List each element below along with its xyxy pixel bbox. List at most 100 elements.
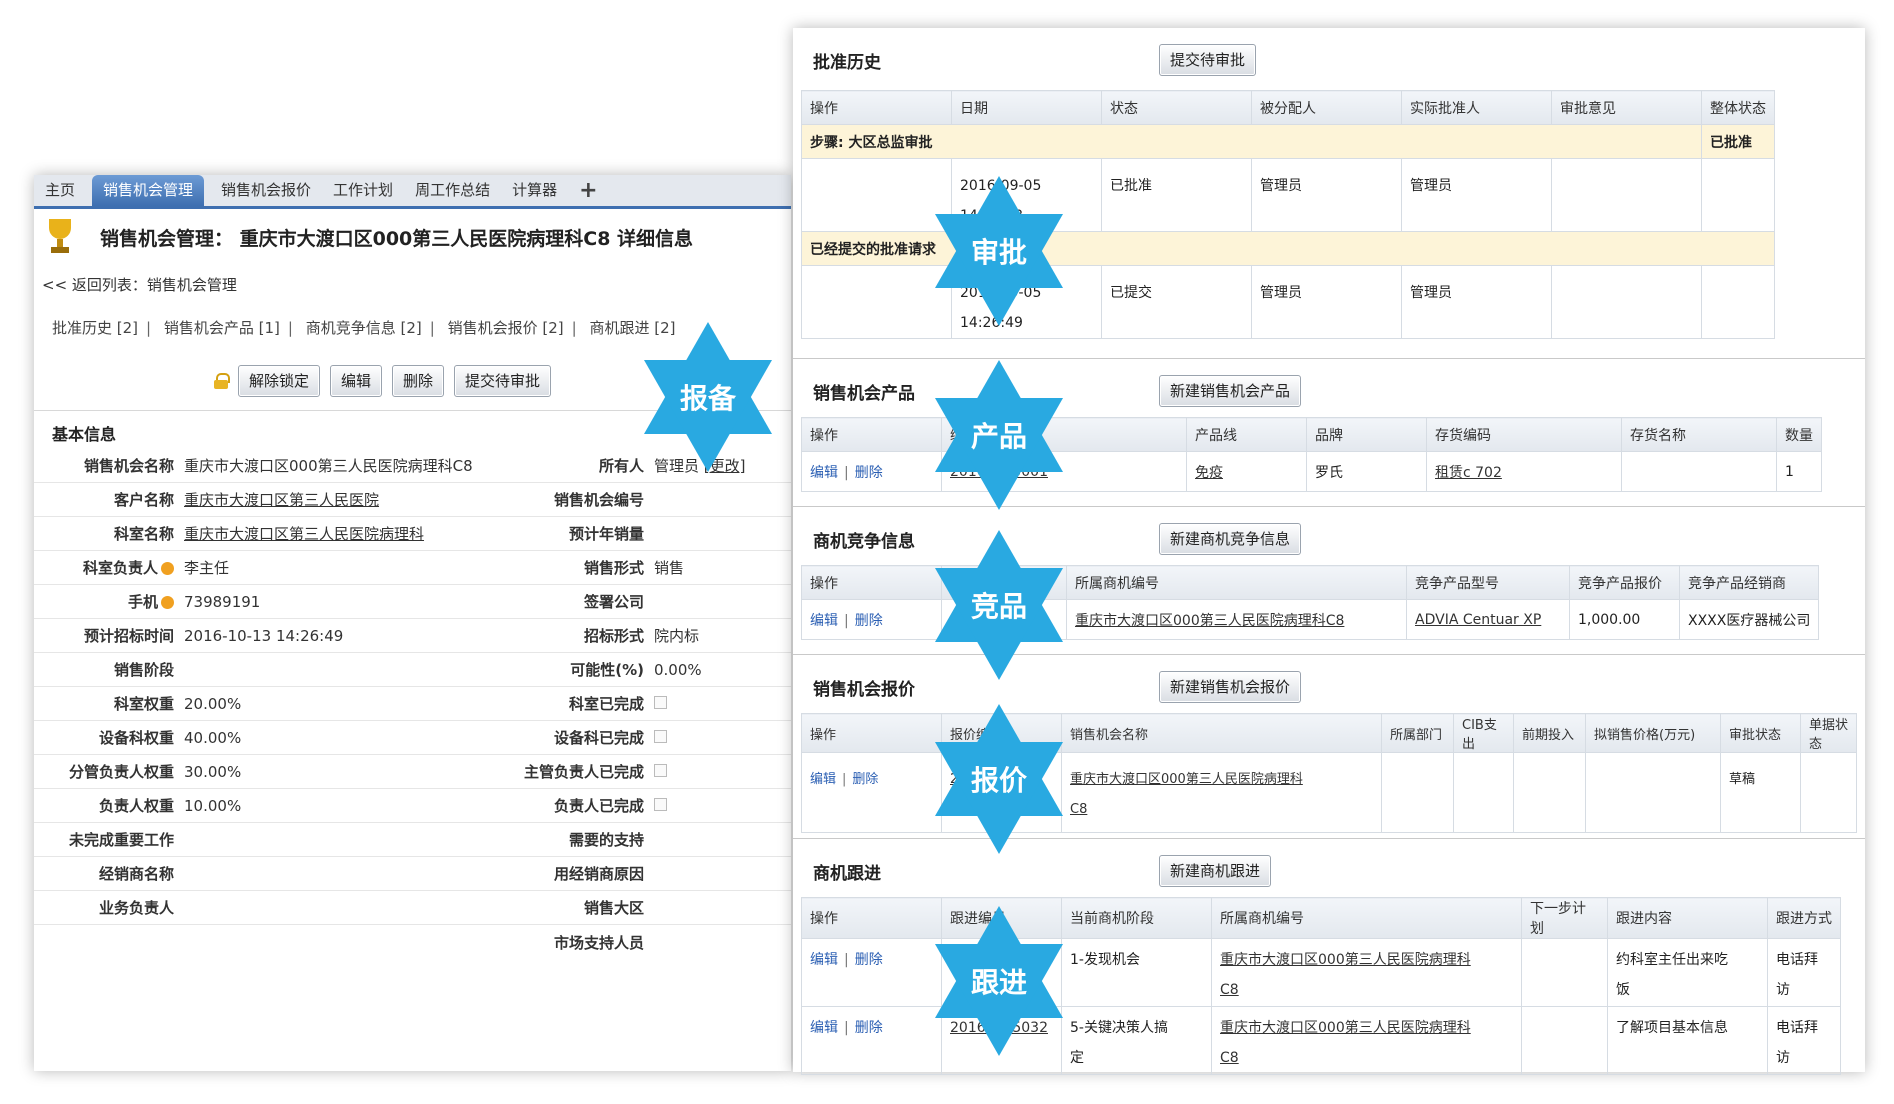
unlock-button[interactable]: 解除锁定: [237, 364, 320, 397]
tab-weekly-summary[interactable]: 周工作总结: [404, 175, 501, 206]
link-opportunity-quotes[interactable]: 销售机会报价 [2]: [448, 319, 564, 337]
stock-name: [1621, 451, 1777, 492]
approval-assignee: 管理员: [1251, 158, 1402, 232]
field-value: 20.00%: [184, 694, 242, 713]
field-label: 科室负责人: [34, 557, 184, 578]
completed-checkbox: [654, 763, 667, 777]
delete-link[interactable]: 删除: [855, 952, 883, 968]
approval-status: 草稿: [1720, 752, 1801, 833]
form-row: 客户名称 重庆市大渡口区第三人民医院 销售机会编号: [34, 483, 791, 517]
submit-approval-button-2[interactable]: 提交待审批: [1159, 44, 1257, 76]
followup-title: 商机跟进: [813, 864, 881, 884]
delete-button[interactable]: 删除: [392, 364, 445, 397]
field-label: 需要的支持: [568, 831, 644, 849]
page-title: 销售机会管理： 重庆市大渡口区000第三人民医院病理科C8 详细信息: [100, 227, 694, 250]
department-link[interactable]: 重庆市大渡口区第三人民医院病理科: [184, 523, 484, 544]
opportunity-name-link[interactable]: 重庆市大渡口区000第三人民医院病理科 C8: [1061, 752, 1382, 833]
star-badge-product: 产品: [929, 360, 1069, 510]
field-label: 未完成重要工作: [68, 831, 174, 849]
edit-link[interactable]: 编辑: [810, 613, 838, 629]
star-label: 产品: [970, 420, 1027, 453]
field-label: 负责人已完成: [553, 797, 644, 815]
edit-link[interactable]: 编辑: [810, 772, 836, 787]
completed-checkbox: [654, 695, 667, 709]
col-header: 拟销售价格(万元): [1585, 713, 1721, 753]
field-value: 院内标: [654, 627, 700, 645]
form-row: 科室权重 20.00% 科室已完成: [34, 687, 791, 721]
col-header: 品牌: [1306, 417, 1427, 452]
lock-icon: [213, 372, 230, 389]
approval-history-title: 批准历史: [813, 53, 881, 73]
stock-code-link[interactable]: 租赁c 702: [1426, 451, 1622, 492]
step-label: 步骤: 大区总监审批: [801, 124, 1702, 159]
competitor-model-link[interactable]: ADVIA Centuar XP: [1406, 599, 1570, 640]
competition-title: 商机竞争信息: [813, 532, 915, 552]
field-label: 手机: [34, 591, 184, 612]
new-product-button[interactable]: 新建销售机会产品: [1159, 375, 1302, 407]
field-label: 科室名称: [113, 525, 174, 543]
approval-status: 已批准: [1101, 158, 1252, 232]
submit-approval-button[interactable]: 提交待审批: [454, 364, 552, 397]
tab-calculator[interactable]: 计算器: [501, 175, 568, 206]
field-value: [654, 797, 789, 815]
help-icon[interactable]: [161, 596, 174, 609]
new-competition-button[interactable]: 新建商机竞争信息: [1159, 523, 1302, 555]
followup-content: 约科室主任出来吃饭: [1607, 938, 1768, 1007]
opportunity-link[interactable]: 重庆市大渡口区000第三人民医院病理科C8: [1211, 938, 1522, 1007]
stage: 1-发现机会: [1061, 938, 1212, 1007]
customer-link[interactable]: 重庆市大渡口区第三人民医院: [184, 489, 484, 510]
col-header: CIB支出: [1453, 713, 1514, 753]
completed-checkbox: [654, 729, 667, 743]
back-to-list-link[interactable]: << 返回列表：销售机会管理: [34, 265, 791, 305]
link-opportunity-products[interactable]: 销售机会产品 [1]: [164, 319, 280, 337]
col-header: 审批状态: [1720, 713, 1801, 753]
delete-link[interactable]: 删除: [855, 613, 883, 629]
col-header: 跟进方式: [1767, 897, 1841, 939]
help-icon[interactable]: [161, 562, 174, 575]
new-followup-button[interactable]: 新建商机跟进: [1159, 855, 1272, 887]
edit-link[interactable]: 编辑: [810, 1020, 838, 1036]
field-label: 预计年销量: [568, 525, 644, 543]
col-header: 销售机会名称: [1061, 713, 1382, 753]
add-tab-button[interactable]: +: [568, 175, 608, 206]
field-label: 销售大区: [583, 899, 644, 917]
new-quote-button[interactable]: 新建销售机会报价: [1159, 671, 1302, 703]
field-label: 经销商名称: [98, 865, 174, 883]
tab-home[interactable]: 主页: [34, 175, 86, 206]
delete-link[interactable]: 删除: [855, 465, 883, 481]
delete-link[interactable]: 删除: [855, 1020, 883, 1036]
edit-link[interactable]: 编辑: [810, 465, 838, 481]
star-label: 审批: [970, 236, 1027, 269]
col-header: 状态: [1101, 90, 1252, 125]
opportunity-link[interactable]: 重庆市大渡口区000第三人民医院病理科C8: [1211, 1006, 1522, 1075]
tab-opportunity-quote[interactable]: 销售机会报价: [210, 175, 322, 206]
step-status: 已批准: [1701, 124, 1775, 159]
field-label: 设备科权重: [98, 729, 174, 747]
link-competition-info[interactable]: 商机竞争信息 [2]: [306, 319, 422, 337]
col-header: 所属部门: [1381, 713, 1454, 753]
products-title: 销售机会产品: [813, 384, 915, 404]
field-value: 2016-10-13 14:26:49: [184, 626, 344, 645]
tab-opportunity-management[interactable]: 销售机会管理: [92, 175, 205, 206]
field-value: [654, 729, 789, 747]
edit-button[interactable]: 编辑: [329, 364, 382, 397]
field-value: 73989191: [184, 592, 261, 611]
col-header: 竞争产品报价: [1569, 565, 1680, 600]
product-line-link[interactable]: 免疫: [1186, 451, 1307, 492]
star-badge-followup: 跟进: [929, 906, 1069, 1056]
form-row: 设备科权重 40.00% 设备科已完成: [34, 721, 791, 755]
tab-work-plan[interactable]: 工作计划: [322, 175, 404, 206]
field-label: 科室已完成: [568, 695, 644, 713]
col-header: 存货编码: [1426, 417, 1622, 452]
link-approval-history[interactable]: 批准历史 [2]: [52, 319, 138, 337]
form-row: 手机 73989191 签署公司: [34, 585, 791, 619]
field-value: 30.00%: [184, 762, 242, 781]
col-header: 产品线: [1186, 417, 1307, 452]
edit-link[interactable]: 编辑: [810, 952, 838, 968]
col-header: 数量: [1776, 417, 1822, 452]
star-badge-approval: 审批: [929, 176, 1069, 326]
field-label: 客户名称: [113, 491, 174, 509]
field-label: 所有人: [598, 457, 644, 475]
delete-link[interactable]: 删除: [852, 772, 878, 787]
opportunity-link[interactable]: 重庆市大渡口区000第三人民医院病理科C8: [1066, 599, 1407, 640]
